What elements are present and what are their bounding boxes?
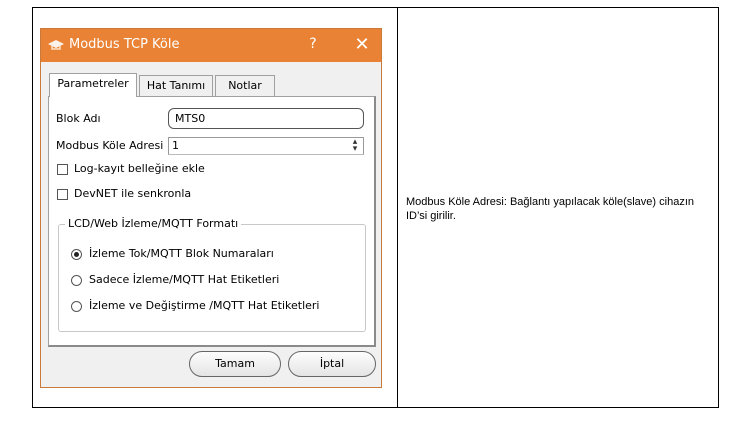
radio-blok-numaralari-label: İzleme Tok/MQTT Blok Numaraları (89, 247, 274, 260)
radio-sadece-izleme-label: Sadece İzleme/MQTT Hat Etiketleri (89, 273, 280, 286)
parameters-panel: Blok Adı MTS0 Modbus Köle Adresi 1 ▴ ▾ Lo… (48, 96, 376, 347)
devnet-checkbox-label: DevNET ile senkronla (74, 187, 192, 200)
devnet-checkbox[interactable] (57, 189, 68, 200)
radio-izleme-degistirme-label: İzleme ve Değiştirme /MQTT Hat Etiketler… (89, 299, 320, 312)
tab-hat-tanimi[interactable]: Hat Tanımı (139, 75, 213, 97)
log-checkbox[interactable] (57, 164, 68, 175)
slave-address-stepper[interactable]: 1 ▴ ▾ (168, 137, 364, 155)
radio-sadece-izleme[interactable] (71, 275, 82, 286)
format-groupbox: LCD/Web İzleme/MQTT Formatı İzleme Tok/M… (58, 217, 366, 332)
format-group-title: LCD/Web İzleme/MQTT Formatı (65, 217, 242, 230)
slave-address-value: 1 (172, 139, 179, 152)
cancel-button[interactable]: İptal (288, 351, 376, 377)
log-checkbox-label: Log-kayıt belleğine ekle (74, 162, 205, 175)
radio-blok-numaralari[interactable] (71, 249, 82, 260)
help-button[interactable]: ? (306, 36, 320, 52)
tab-notlar[interactable]: Notlar (215, 75, 275, 97)
modbus-dialog: Modbus TCP Köle ? ✕ Parametreler Hat Tan… (40, 28, 382, 388)
app-logo-icon (48, 40, 64, 50)
block-name-input[interactable]: MTS0 (168, 108, 364, 129)
tab-parametreler[interactable]: Parametreler (49, 73, 137, 97)
radio-izleme-degistirme[interactable] (71, 301, 82, 312)
radio-selected-dot (74, 252, 79, 257)
block-name-label: Blok Adı (56, 112, 101, 125)
table-divider (397, 8, 398, 407)
titlebar[interactable]: Modbus TCP Köle ? ✕ (41, 29, 381, 62)
slave-address-label: Modbus Köle Adresi (56, 139, 164, 152)
description-text: Modbus Köle Adresi: Bağlantı yapılacak k… (406, 196, 694, 222)
close-button[interactable]: ✕ (353, 34, 371, 55)
spin-arrows-icon[interactable]: ▴ ▾ (349, 138, 361, 154)
dialog-title: Modbus TCP Köle (69, 37, 180, 52)
ok-button[interactable]: Tamam (189, 351, 281, 377)
